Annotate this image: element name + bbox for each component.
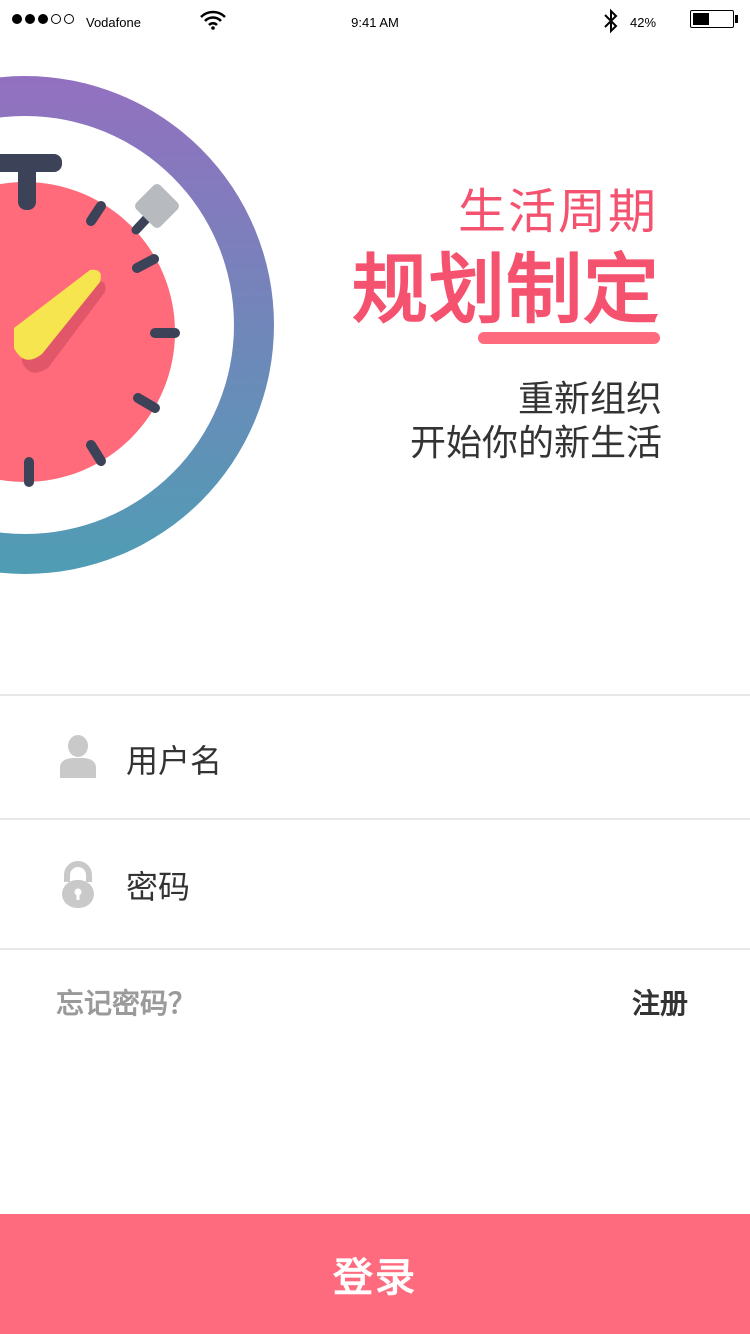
divider-middle bbox=[0, 818, 750, 820]
user-icon bbox=[60, 735, 96, 778]
status-bar: Vodafone 9:41 AM 42% bbox=[0, 0, 750, 40]
battery-percentage: 42% bbox=[630, 15, 657, 30]
stopwatch-icon bbox=[0, 76, 274, 574]
divider-top bbox=[0, 694, 750, 696]
battery-tip bbox=[735, 15, 738, 23]
divider-bottom bbox=[0, 948, 750, 950]
hero-title-line2: 规划制定 bbox=[352, 245, 660, 334]
hero-subtitle-line1: 重新组织 bbox=[517, 379, 662, 420]
register-link[interactable]: 注册 bbox=[632, 982, 688, 1022]
battery-icon bbox=[690, 10, 734, 28]
lock-icon bbox=[62, 861, 94, 908]
password-field[interactable]: 密码 bbox=[0, 822, 750, 942]
hero-underline bbox=[478, 332, 660, 344]
hero-subtitle: 重新组织 开始你的新生活 bbox=[410, 378, 662, 466]
hero-subtitle-line2: 开始你的新生活 bbox=[409, 423, 662, 464]
username-field[interactable]: 用户名 bbox=[0, 698, 750, 818]
forgot-password-link[interactable]: 忘记密码？ bbox=[56, 982, 196, 1022]
username-placeholder: 用户名 bbox=[126, 742, 223, 780]
bluetooth-icon bbox=[604, 8, 618, 34]
login-button[interactable]: 登录 bbox=[0, 1214, 750, 1334]
battery-level bbox=[693, 13, 709, 25]
password-placeholder: 密码 bbox=[126, 868, 191, 906]
